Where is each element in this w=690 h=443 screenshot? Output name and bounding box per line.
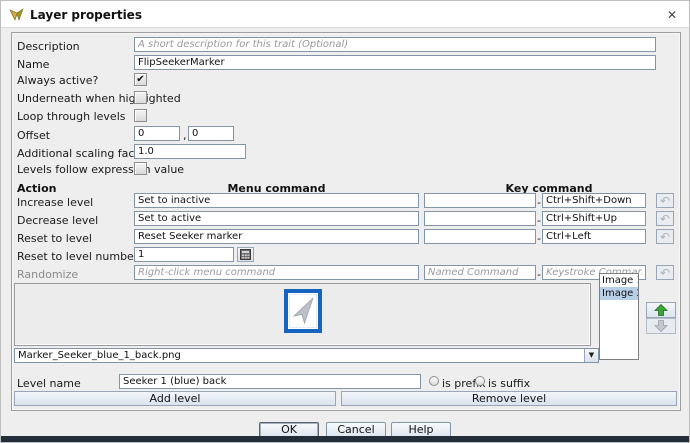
add-level-button[interactable]: Add level: [14, 391, 336, 406]
arrow-down-icon: [654, 320, 668, 332]
undo-icon[interactable]: ↶: [656, 193, 674, 208]
action-column-header: Action: [17, 182, 56, 195]
layer-properties-dialog: Layer properties ✕ Description Name Alwa…: [0, 0, 690, 443]
is-prefix-radio[interactable]: [429, 376, 439, 386]
level-name-input[interactable]: [119, 374, 421, 389]
chevron-down-icon[interactable]: ▼: [584, 349, 598, 362]
increase-menu-input[interactable]: [134, 193, 419, 208]
reset-level-number-label: Reset to level number: [17, 250, 138, 263]
image-dropdown-value: Marker_Seeker_blue_1_back.png: [18, 350, 181, 361]
decrease-menu-input[interactable]: [134, 211, 419, 226]
checkmark-icon: ✔: [135, 74, 146, 86]
undo-icon[interactable]: ↶: [656, 211, 674, 226]
undo-icon[interactable]: ↶: [656, 265, 674, 280]
loop-checkbox[interactable]: ✔: [134, 109, 147, 122]
offset-label: Offset: [17, 129, 50, 142]
image-preview-area: [14, 283, 591, 346]
move-up-button[interactable]: [646, 302, 676, 318]
is-suffix-label: is suffix: [488, 377, 530, 390]
randomize-label: Randomize: [17, 268, 78, 281]
description-input[interactable]: [134, 37, 656, 52]
decrease-keystroke-input[interactable]: [542, 211, 646, 226]
list-item[interactable]: Image 2: [600, 287, 638, 300]
offset-separator: ,: [183, 129, 187, 142]
window-title: Layer properties: [30, 8, 142, 22]
key-separator: -: [537, 214, 541, 227]
always-active-label: Always active?: [17, 74, 98, 87]
offset-x-input[interactable]: [134, 126, 180, 141]
loop-label: Loop through levels: [17, 110, 125, 123]
increase-level-label: Increase level: [17, 196, 93, 209]
key-separator: -: [537, 268, 541, 281]
underneath-checkbox[interactable]: ✔: [134, 91, 147, 104]
description-label: Description: [17, 40, 80, 53]
calculator-icon[interactable]: [237, 247, 254, 262]
seeker-marker-image: [284, 289, 322, 337]
reset-menu-input[interactable]: [134, 229, 419, 244]
increase-named-key-input[interactable]: [424, 193, 536, 208]
decrease-named-key-input[interactable]: [424, 211, 536, 226]
image-list: Image 1 Image 2: [599, 273, 639, 360]
randomize-menu-input[interactable]: [134, 265, 419, 280]
undo-icon[interactable]: ↶: [656, 229, 674, 244]
levels-follow-checkbox[interactable]: ✔: [134, 162, 147, 175]
arrow-up-icon: [654, 304, 668, 316]
reset-keystroke-input[interactable]: [542, 229, 646, 244]
image-dropdown[interactable]: Marker_Seeker_blue_1_back.png ▼: [14, 348, 599, 363]
reset-level-label: Reset to level: [17, 232, 92, 245]
scaling-input[interactable]: [134, 144, 246, 159]
close-icon[interactable]: ✕: [663, 6, 681, 24]
title-bar: Layer properties ✕: [1, 1, 689, 28]
randomize-named-key-input[interactable]: [424, 265, 536, 280]
reset-level-number-input[interactable]: [134, 247, 234, 262]
move-down-button[interactable]: [646, 318, 676, 334]
is-suffix-radio[interactable]: [475, 376, 485, 386]
name-label: Name: [17, 58, 49, 71]
underneath-label: Underneath when highlighted: [17, 92, 181, 105]
increase-keystroke-input[interactable]: [542, 193, 646, 208]
reset-named-key-input[interactable]: [424, 229, 536, 244]
list-item[interactable]: Image 1: [600, 274, 638, 287]
vassal-logo-icon: [9, 7, 24, 26]
name-input[interactable]: [134, 55, 656, 70]
always-active-checkbox[interactable]: ✔: [134, 73, 147, 86]
decrease-level-label: Decrease level: [17, 214, 98, 227]
level-name-label: Level name: [17, 377, 81, 390]
key-separator: -: [537, 232, 541, 245]
offset-y-input[interactable]: [188, 126, 234, 141]
background-strip: [1, 436, 689, 442]
levels-follow-label: Levels follow expression value: [17, 163, 184, 176]
key-separator: -: [537, 196, 541, 209]
remove-level-button[interactable]: Remove level: [341, 391, 677, 406]
